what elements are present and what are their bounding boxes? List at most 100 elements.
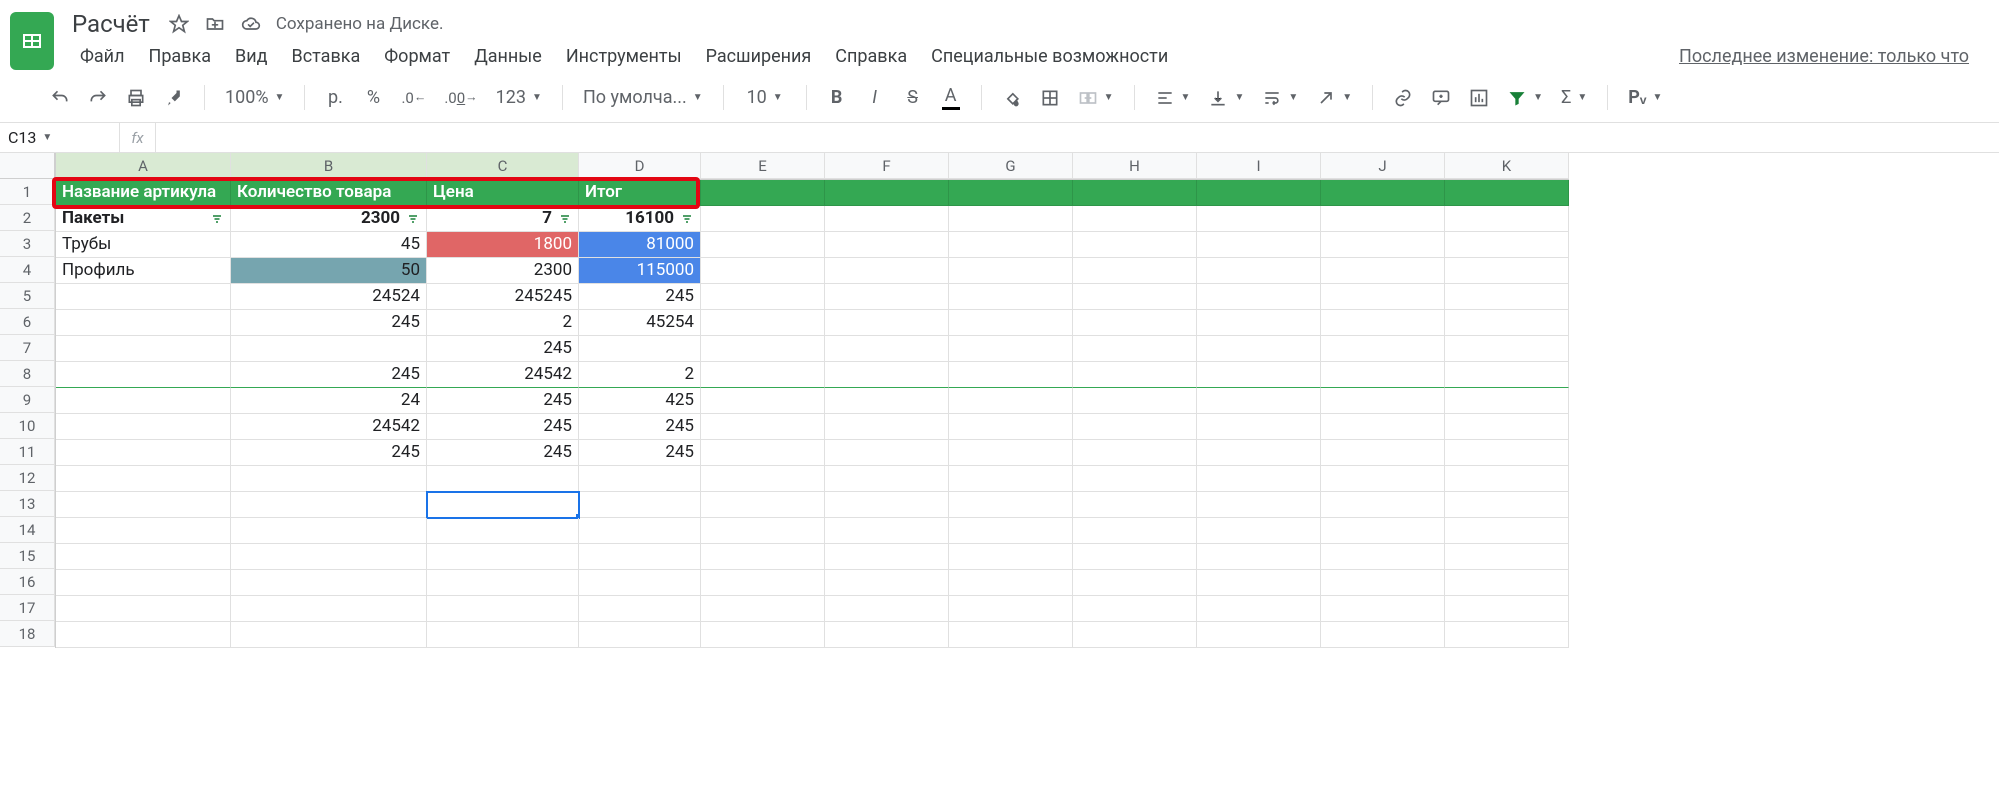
cell[interactable]	[231, 596, 427, 622]
cell[interactable]: 81000	[579, 232, 701, 258]
row-header-6[interactable]: 6	[0, 309, 55, 335]
cell[interactable]	[701, 570, 825, 596]
select-all-corner[interactable]	[0, 153, 55, 179]
column-header-H[interactable]: H	[1073, 153, 1197, 179]
cell[interactable]	[1073, 466, 1197, 492]
cell[interactable]: 7	[427, 206, 579, 232]
cell[interactable]	[1321, 180, 1445, 206]
cell[interactable]	[427, 466, 579, 492]
text-rotation-button[interactable]: ▼	[1312, 81, 1356, 115]
cell[interactable]	[1445, 518, 1569, 544]
cell[interactable]: Количество товара	[231, 180, 427, 206]
sheets-logo-icon[interactable]	[10, 12, 54, 70]
cell[interactable]	[1197, 622, 1321, 648]
cell[interactable]	[949, 206, 1073, 232]
last-change-link[interactable]: Последнее изменение: только что	[1679, 46, 1999, 67]
cell[interactable]: 2300	[427, 258, 579, 284]
cell[interactable]	[1197, 544, 1321, 570]
cell[interactable]	[949, 492, 1073, 518]
cell[interactable]: Профиль	[56, 258, 231, 284]
bold-button[interactable]: B	[823, 81, 851, 115]
cell[interactable]	[1445, 440, 1569, 466]
cell[interactable]	[1197, 466, 1321, 492]
cell[interactable]	[949, 544, 1073, 570]
cell[interactable]	[701, 232, 825, 258]
cell[interactable]	[949, 258, 1073, 284]
move-folder-icon[interactable]	[204, 13, 226, 35]
cell[interactable]	[1445, 232, 1569, 258]
cell[interactable]	[1445, 414, 1569, 440]
cell[interactable]	[825, 440, 949, 466]
cell[interactable]	[1321, 492, 1445, 518]
cell[interactable]	[56, 570, 231, 596]
cell[interactable]	[579, 596, 701, 622]
row-header-5[interactable]: 5	[0, 283, 55, 309]
menu-accessibility[interactable]: Специальные возможности	[931, 46, 1168, 67]
row-header-8[interactable]: 8	[0, 361, 55, 387]
namebox[interactable]: C13 ▼	[0, 123, 120, 152]
cell[interactable]	[1445, 284, 1569, 310]
column-header-J[interactable]: J	[1321, 153, 1445, 179]
cell[interactable]: Название артикула	[56, 180, 231, 206]
row-header-12[interactable]: 12	[0, 465, 55, 491]
strikethrough-button[interactable]: S	[899, 81, 927, 115]
cell[interactable]	[1321, 258, 1445, 284]
menu-edit[interactable]: Правка	[148, 46, 211, 67]
column-header-E[interactable]: E	[701, 153, 825, 179]
cell[interactable]	[579, 518, 701, 544]
cell[interactable]	[701, 336, 825, 362]
cell[interactable]	[825, 180, 949, 206]
cell[interactable]	[1197, 388, 1321, 414]
cell[interactable]	[1197, 258, 1321, 284]
cell[interactable]	[1321, 310, 1445, 336]
cell[interactable]	[825, 622, 949, 648]
cell[interactable]	[1445, 492, 1569, 518]
cell[interactable]: 24542	[427, 362, 579, 388]
cell[interactable]	[949, 310, 1073, 336]
cell[interactable]	[1321, 388, 1445, 414]
row-header-1[interactable]: 1	[0, 179, 55, 205]
cell[interactable]	[579, 622, 701, 648]
row-header-18[interactable]: 18	[0, 621, 55, 647]
row-header-11[interactable]: 11	[0, 439, 55, 465]
cell[interactable]	[1445, 596, 1569, 622]
cell[interactable]	[1197, 284, 1321, 310]
decrease-decimal-button[interactable]: .0←	[397, 81, 430, 115]
cell[interactable]	[701, 518, 825, 544]
column-header-D[interactable]: D	[579, 153, 701, 179]
cell[interactable]: 245	[427, 414, 579, 440]
cell[interactable]	[1321, 206, 1445, 232]
cell[interactable]	[701, 622, 825, 648]
cell[interactable]	[825, 336, 949, 362]
column-header-C[interactable]: C	[427, 153, 579, 179]
increase-decimal-button[interactable]: .00→	[440, 81, 481, 115]
cell[interactable]	[1073, 596, 1197, 622]
cell[interactable]	[1073, 362, 1197, 388]
row-header-17[interactable]: 17	[0, 595, 55, 621]
paint-format-button[interactable]	[160, 81, 188, 115]
percent-button[interactable]: %	[359, 81, 387, 115]
cell[interactable]	[1321, 596, 1445, 622]
cell[interactable]: 245	[579, 440, 701, 466]
cell[interactable]	[1445, 180, 1569, 206]
column-header-F[interactable]: F	[825, 153, 949, 179]
cell[interactable]: 24542	[231, 414, 427, 440]
cell[interactable]	[1073, 232, 1197, 258]
text-wrap-button[interactable]: ▼	[1258, 81, 1302, 115]
cell[interactable]	[1321, 544, 1445, 570]
cell[interactable]	[1445, 362, 1569, 388]
align-vertical-button[interactable]: ▼	[1204, 81, 1248, 115]
redo-button[interactable]	[84, 81, 112, 115]
cell[interactable]	[949, 180, 1073, 206]
cell[interactable]	[1073, 206, 1197, 232]
cell[interactable]: 16100	[579, 206, 701, 232]
borders-button[interactable]	[1036, 81, 1064, 115]
cell[interactable]: 425	[579, 388, 701, 414]
cell[interactable]	[1197, 310, 1321, 336]
cell[interactable]	[949, 622, 1073, 648]
menu-insert[interactable]: Вставка	[292, 46, 361, 67]
cell[interactable]	[1073, 414, 1197, 440]
cell[interactable]	[825, 596, 949, 622]
filter-icon[interactable]	[680, 213, 694, 225]
cell[interactable]	[1445, 388, 1569, 414]
